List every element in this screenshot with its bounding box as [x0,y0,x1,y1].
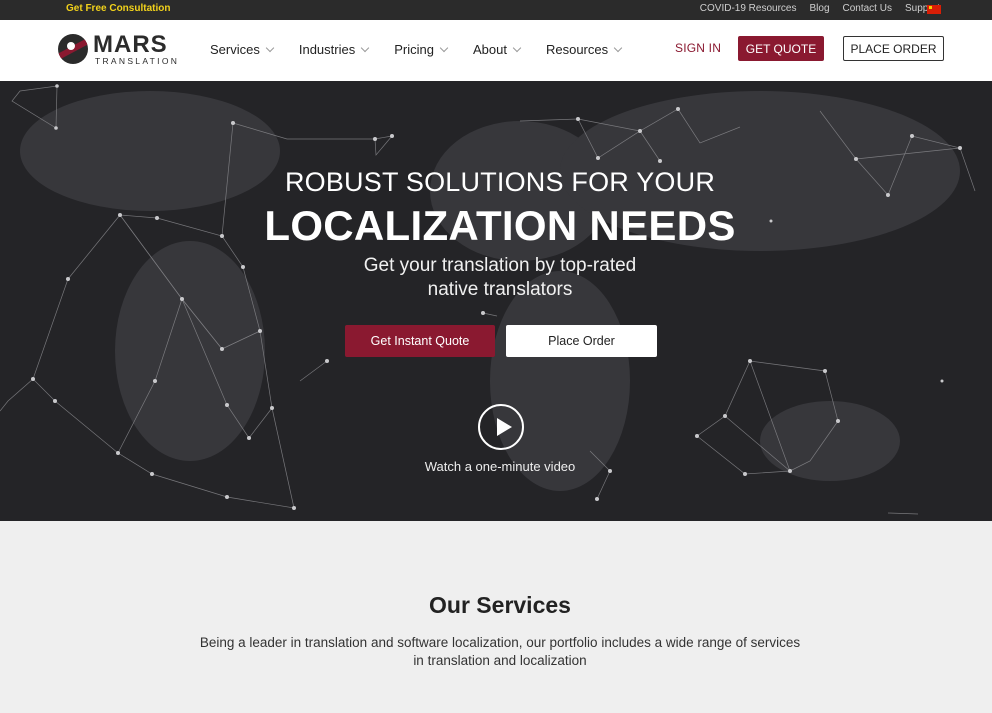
chevron-down-icon [613,43,623,52]
nav-resources[interactable]: Resources [545,42,623,57]
covid-resources-link[interactable]: COVID-19 Resources [700,3,797,14]
nav-services-label: Services [210,42,260,57]
nav-industries[interactable]: Industries [298,42,370,57]
chevron-down-icon [439,43,449,52]
get-instant-quote-button[interactable]: Get Instant Quote [345,325,495,357]
logo-wordmark: MARS [93,31,168,58]
nav-services[interactable]: Services [210,42,275,57]
utility-links: COVID-19 Resources Blog Contact Us Suppo… [700,3,940,14]
main-nav: Services Industries Pricing About Resour… [210,42,647,57]
place-order-button[interactable]: PLACE ORDER [843,36,944,61]
nav-industries-label: Industries [298,42,356,57]
services-heading: Our Services [429,592,571,618]
planet-logo-icon [58,34,88,64]
logo-subtitle: TRANSLATION [95,56,180,66]
nav-pricing-label: Pricing [394,42,434,57]
mars-logo[interactable]: MARS TRANSLATION [58,31,188,68]
nav-resources-label: Resources [545,42,609,57]
hero-description: Get your translation by top-rated native… [0,254,992,302]
hero-place-order-button[interactable]: Place Order [506,325,657,357]
nav-pricing[interactable]: Pricing [394,42,449,57]
get-quote-button[interactable]: GET QUOTE [738,36,824,61]
play-video-icon[interactable] [478,404,524,450]
free-consultation-link[interactable]: Get Free Consultation [66,3,170,14]
hero-banner: ROBUST SOLUTIONS FOR YOUR LOCALIZATION N… [0,81,992,521]
hero-description-line-2: native translators [427,279,573,300]
hero-description-line-1: Get your translation by top-rated [363,255,637,276]
chevron-down-icon [512,43,522,52]
nav-about-label: About [472,42,507,57]
top-bar: Get Free Consultation COVID-19 Resources… [0,0,992,20]
nav-about[interactable]: About [472,42,522,57]
sign-in-link[interactable]: SIGN IN [675,41,721,55]
hero-kicker: ROBUST SOLUTIONS FOR YOUR [284,167,716,197]
hero-title: LOCALIZATION NEEDS [264,202,736,249]
main-header: MARS TRANSLATION Services Industries Pri… [0,20,992,81]
chevron-down-icon [360,43,370,52]
china-flag-icon[interactable] [927,5,941,14]
services-description: Being a leader in translation and softwa… [199,635,801,668]
contact-us-link[interactable]: Contact Us [843,3,892,14]
chevron-down-icon [265,43,275,52]
watch-video-link[interactable]: Watch a one-minute video [0,459,992,474]
blog-link[interactable]: Blog [809,3,829,14]
